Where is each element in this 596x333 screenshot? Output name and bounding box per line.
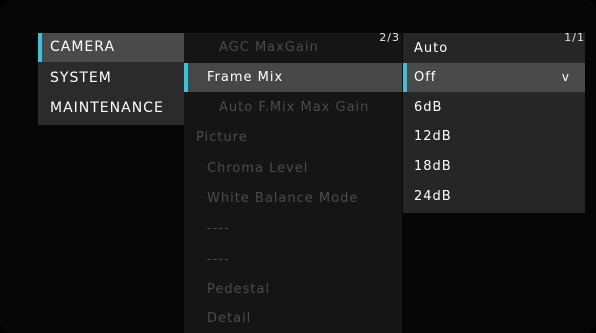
submenu-item-placeholder-1[interactable]: ---- bbox=[184, 214, 402, 243]
submenu-item-frame-mix[interactable]: Frame Mix bbox=[184, 63, 402, 92]
option-24db[interactable]: 24dB bbox=[403, 182, 585, 211]
menu-item-maintenance[interactable]: MAINTENANCE bbox=[38, 94, 184, 123]
submenu-item-white-balance-mode[interactable]: White Balance Mode bbox=[184, 184, 402, 213]
frame-mix-options: 1/1 Auto Off v 6dB 12dB 18dB 24dB bbox=[403, 31, 585, 213]
option-12db[interactable]: 12dB bbox=[403, 122, 585, 151]
option-6db[interactable]: 6dB bbox=[403, 93, 585, 122]
menu-item-camera[interactable]: CAMERA bbox=[38, 33, 184, 62]
submenu-item-agc-maxgain[interactable]: AGC MaxGain bbox=[184, 33, 402, 62]
option-18db[interactable]: 18dB bbox=[403, 152, 585, 181]
submenu-item-auto-fmix-max-gain[interactable]: Auto F.Mix Max Gain bbox=[184, 93, 402, 122]
submenu-item-picture[interactable]: Picture bbox=[184, 123, 402, 152]
camera-submenu: 2/3 AGC MaxGain Frame Mix Auto F.Mix Max… bbox=[184, 31, 402, 333]
main-menu: CAMERA SYSTEM MAINTENANCE bbox=[38, 33, 184, 125]
option-off[interactable]: Off v bbox=[403, 63, 585, 92]
dropdown-arrow-icon: v bbox=[561, 70, 570, 84]
submenu-item-placeholder-2[interactable]: ---- bbox=[184, 245, 402, 274]
camera-osd-menu: CAMERA SYSTEM MAINTENANCE 2/3 AGC MaxGai… bbox=[0, 0, 596, 333]
submenu-item-pedestal[interactable]: Pedestal bbox=[184, 275, 402, 304]
submenu-item-detail[interactable]: Detail bbox=[184, 304, 402, 333]
option-auto[interactable]: Auto bbox=[403, 34, 585, 63]
option-off-label: Off bbox=[414, 70, 437, 85]
menu-item-system[interactable]: SYSTEM bbox=[38, 64, 184, 93]
submenu-item-chroma-level[interactable]: Chroma Level bbox=[184, 154, 402, 183]
